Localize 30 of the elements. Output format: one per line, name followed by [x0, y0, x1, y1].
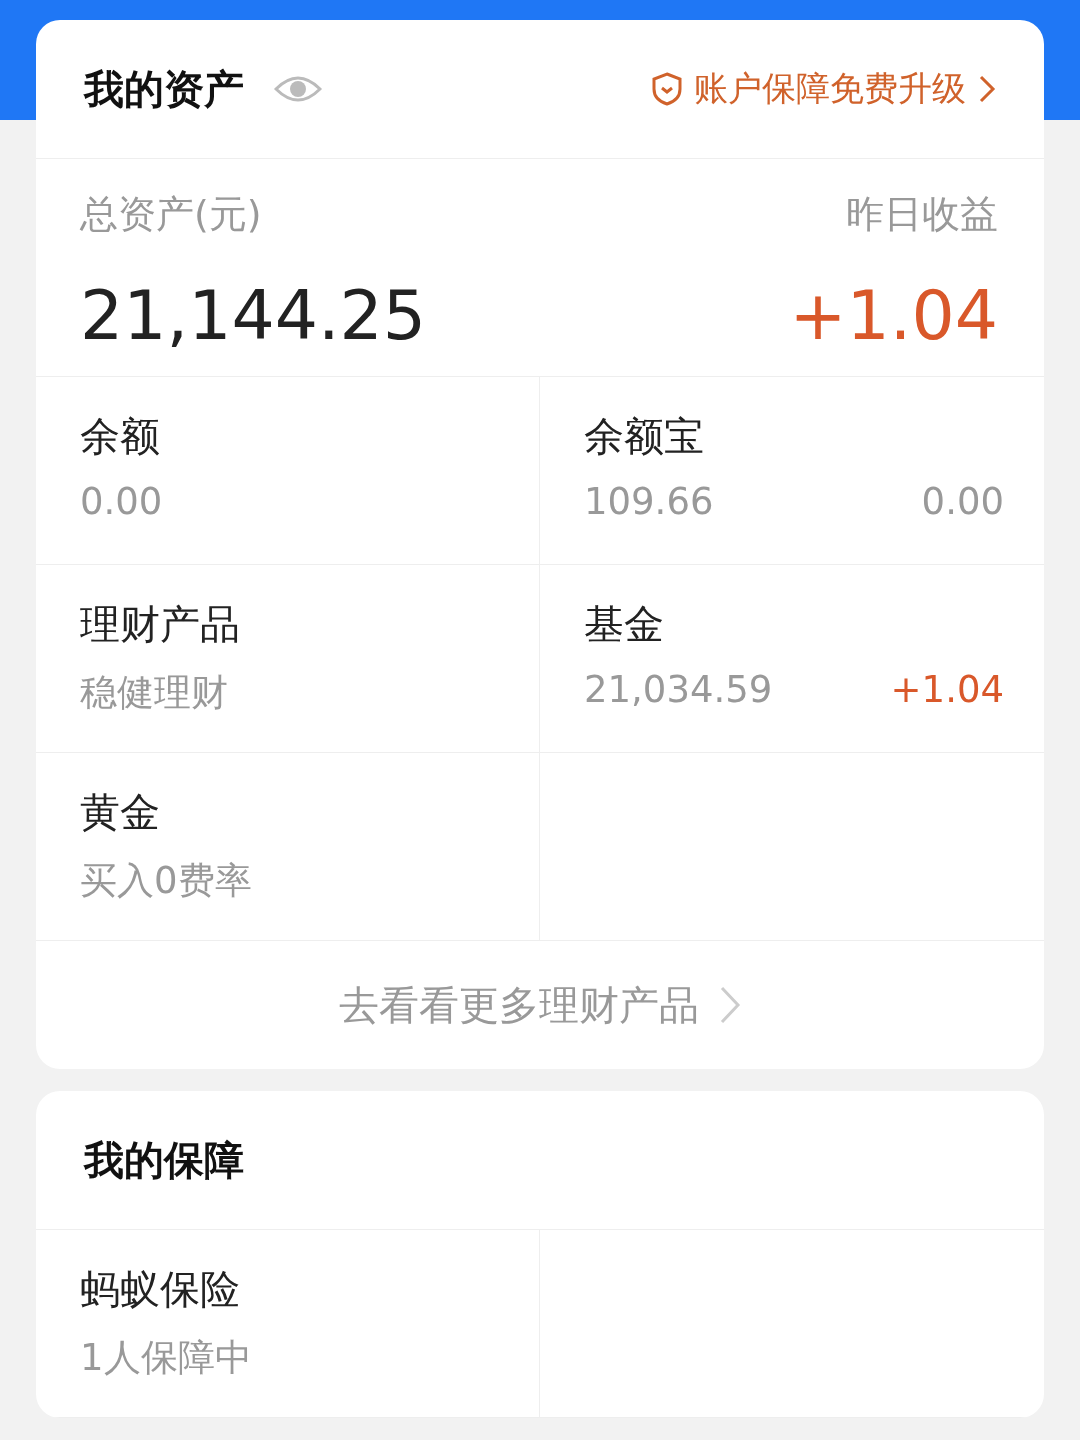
- asset-cell[interactable]: 蚂蚁保险 1人保障中: [36, 1230, 540, 1418]
- chevron-icon: [719, 985, 741, 1025]
- asset-detail: 0.00: [80, 480, 163, 523]
- asset-name: 余额: [80, 412, 161, 461]
- asset-detail: 109.66: [584, 480, 714, 523]
- asset-detail: 买入0费率: [80, 858, 252, 904]
- asset-cell[interactable]: 黄金 买入0费率: [36, 753, 540, 941]
- shield-icon: [652, 72, 682, 106]
- yesterday-label: 昨日收益: [846, 191, 998, 238]
- asset-earnings: 0.00: [921, 480, 1004, 523]
- card-title: 我的保障: [84, 1135, 244, 1185]
- asset-detail: 稳健理财: [80, 670, 228, 716]
- asset-name: 理财产品: [80, 600, 241, 649]
- asset-detail: 1人保障中: [80, 1335, 252, 1381]
- yesterday-earnings: +1.04: [789, 275, 998, 357]
- asset-cell[interactable]: 余额宝 109.66 0.00: [540, 377, 1044, 565]
- upgrade-link[interactable]: 账户保障免费升级: [652, 66, 996, 112]
- total-label: 总资产(元): [80, 191, 262, 238]
- asset-name: 蚂蚁保险: [80, 1265, 241, 1314]
- asset-name: 余额宝: [584, 412, 705, 461]
- asset-name: 基金: [584, 600, 665, 649]
- asset-cell[interactable]: 余额 0.00: [36, 377, 540, 565]
- asset-earnings: +1.04: [890, 668, 1004, 711]
- card-title: 我的资产: [84, 64, 244, 114]
- chevron-icon: [978, 74, 996, 104]
- asset-cell[interactable]: 理财产品 稳健理财: [36, 565, 540, 753]
- asset-cell[interactable]: 基金 21,034.59 +1.04: [540, 565, 1044, 753]
- asset-detail: 21,034.59: [584, 668, 773, 711]
- asset-name: 黄金: [80, 788, 161, 837]
- total-amount: 21,144.25: [80, 275, 427, 357]
